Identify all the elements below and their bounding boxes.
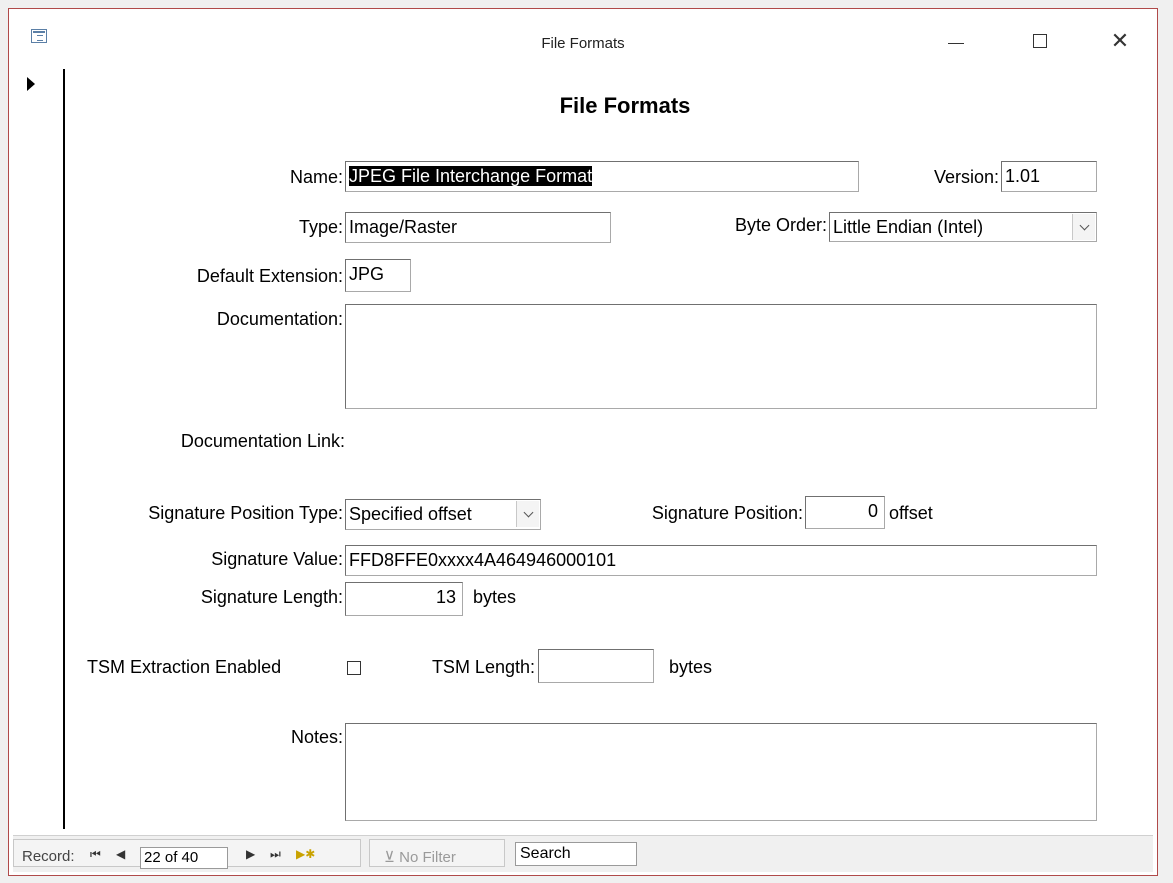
current-record-field[interactable]: 22 of 40: [140, 847, 228, 869]
signature-length-unit: bytes: [473, 587, 517, 607]
name-label: Name:: [289, 167, 343, 187]
no-filter-label: No Filter: [399, 849, 456, 866]
next-record-icon: ▶: [246, 847, 256, 861]
no-filter-button[interactable]: ⊻ No Filter: [384, 848, 456, 866]
close-icon: ✕: [1110, 28, 1130, 54]
tsm-length-label: TSM Length:: [431, 657, 535, 677]
documentation-link-label: Documentation Link:: [180, 431, 345, 451]
signature-position-type-value: Specified offset: [349, 504, 472, 524]
first-record-icon: ⏮: [90, 847, 101, 861]
form-body: File Formats Name: JPEG File Interchange…: [65, 69, 1145, 829]
name-value: JPEG File Interchange Format: [349, 166, 593, 186]
new-record-button[interactable]: ▶✱: [296, 847, 315, 861]
record-label: Record:: [22, 848, 75, 865]
last-record-button[interactable]: ⏭: [270, 847, 281, 862]
signature-position-type-label: Signature Position Type:: [148, 503, 343, 523]
previous-record-button[interactable]: ◀: [116, 847, 125, 861]
last-record-icon: ⏭: [270, 847, 281, 861]
notes-field[interactable]: [345, 723, 1097, 821]
chevron-down-icon: [1079, 220, 1089, 230]
minimize-icon: [948, 42, 964, 44]
notes-label: Notes:: [290, 727, 343, 747]
default-extension-label: Default Extension:: [196, 266, 343, 286]
signature-value-field[interactable]: FFD8FFE0xxxx4A464946000101: [345, 545, 1097, 576]
filter-icon: ⊻: [384, 849, 400, 866]
version-field[interactable]: 1.01: [1001, 161, 1097, 192]
signature-position-type-select[interactable]: Specified offset: [345, 499, 541, 530]
signature-length-field[interactable]: 13: [345, 582, 463, 616]
documentation-label: Documentation:: [216, 309, 343, 329]
title-bar: File Formats ✕: [9, 9, 1157, 69]
signature-position-field[interactable]: 0: [805, 496, 885, 529]
type-label: Type:: [298, 217, 343, 237]
tsm-length-unit: bytes: [669, 657, 713, 677]
form-heading: File Formats: [559, 93, 691, 118]
signature-value-label: Signature Value:: [211, 549, 343, 569]
file-formats-window: File Formats ✕ File Formats Name: JPEG F…: [8, 8, 1158, 876]
tsm-extraction-enabled-label: TSM Extraction Enabled: [87, 657, 282, 677]
maximize-icon: [1033, 34, 1047, 48]
tsm-length-field[interactable]: [538, 649, 654, 683]
type-field[interactable]: Image/Raster: [345, 212, 611, 243]
name-field[interactable]: JPEG File Interchange Format: [345, 161, 859, 192]
filter-group: ⊻ No Filter: [369, 839, 505, 867]
byte-order-dropdown-button[interactable]: [1072, 214, 1095, 240]
byte-order-label: Byte Order:: [734, 215, 827, 235]
record-navigation-group: Record: ⏮ ◀ 22 of 40 ▶ ⏭ ▶✱: [13, 839, 361, 869]
signature-position-unit: offset: [889, 503, 933, 523]
tsm-extraction-enabled-checkbox[interactable]: [347, 661, 361, 675]
signature-position-label: Signature Position:: [651, 503, 803, 523]
new-record-icon: ▶✱: [296, 847, 316, 861]
window-title: File Formats: [541, 35, 625, 52]
byte-order-value: Little Endian (Intel): [833, 217, 984, 237]
byte-order-select[interactable]: Little Endian (Intel): [829, 212, 1097, 242]
chevron-down-icon: [523, 507, 533, 517]
record-pointer-icon: [27, 77, 35, 91]
version-label: Version:: [933, 167, 999, 187]
signature-position-type-dropdown-button[interactable]: [516, 501, 539, 527]
default-extension-field[interactable]: JPG: [345, 259, 411, 292]
minimize-button[interactable]: [933, 21, 979, 61]
maximize-button[interactable]: [1017, 21, 1063, 61]
close-button[interactable]: ✕: [1097, 21, 1143, 61]
previous-record-icon: ◀: [116, 847, 126, 861]
first-record-button[interactable]: ⏮: [90, 847, 101, 862]
record-navigation-bar: Record: ⏮ ◀ 22 of 40 ▶ ⏭ ▶✱ ⊻ No Filter …: [13, 835, 1153, 872]
signature-length-label: Signature Length:: [200, 587, 343, 607]
next-record-button[interactable]: ▶: [246, 847, 255, 861]
documentation-field[interactable]: [345, 304, 1097, 409]
search-field[interactable]: Search: [515, 842, 637, 866]
record-selector[interactable]: [17, 69, 65, 829]
